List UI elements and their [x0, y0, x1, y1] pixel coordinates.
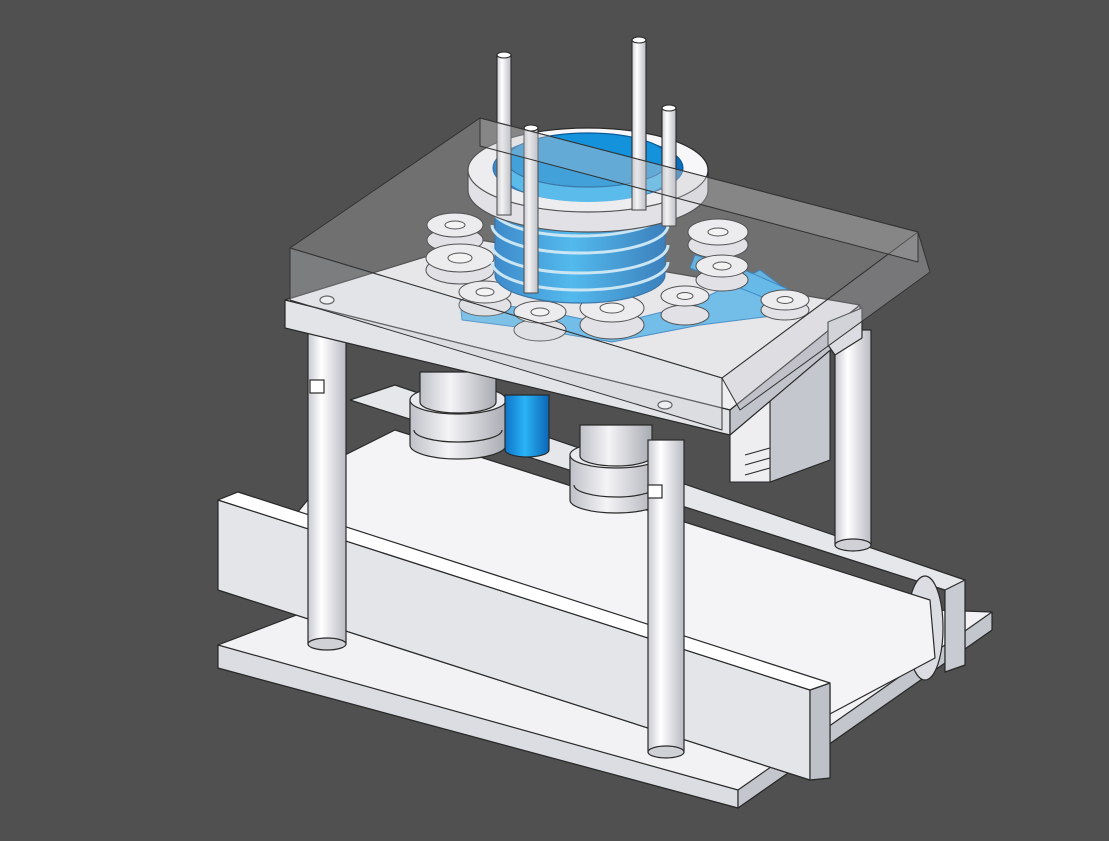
machine-assembly-drawing	[217, 36, 993, 809]
cad-viewport[interactable]	[0, 0, 1109, 841]
transparent-cover	[289, 117, 931, 431]
support-column	[834, 329, 872, 552]
